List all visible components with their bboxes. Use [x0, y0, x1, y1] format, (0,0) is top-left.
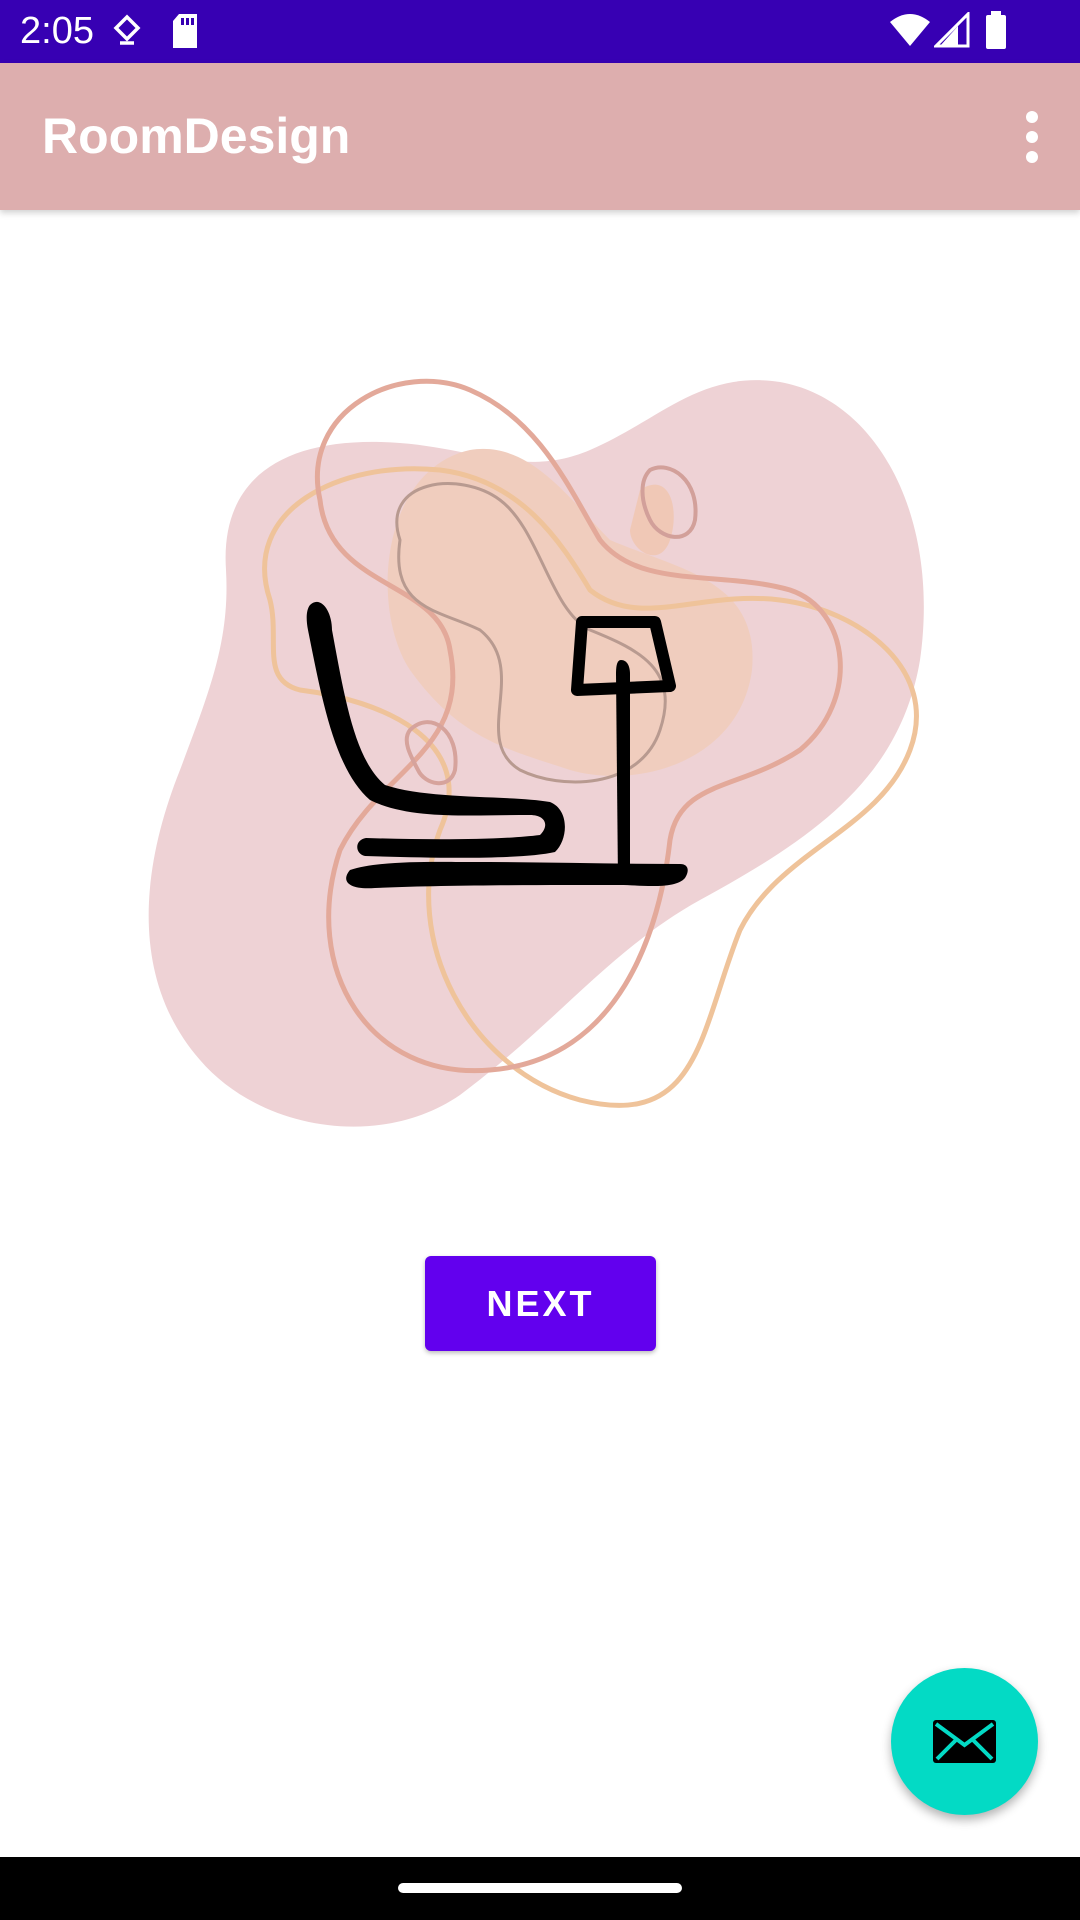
data-saver-icon	[112, 14, 142, 53]
more-vert-icon	[996, 111, 1068, 177]
wifi-icon	[888, 12, 932, 53]
status-time: 2:05	[20, 10, 94, 52]
chair-and-lamp-illustration	[148, 378, 924, 1127]
email-fab-button[interactable]	[891, 1668, 1038, 1815]
status-bar: 2:05	[0, 0, 1080, 63]
battery-icon	[984, 10, 1008, 55]
home-gesture-handle[interactable]	[398, 1883, 682, 1893]
email-icon	[891, 1720, 1038, 1818]
more-options-button[interactable]	[996, 101, 1068, 173]
next-button[interactable]: NEXT	[425, 1256, 656, 1351]
navigation-bar	[0, 1857, 1080, 1920]
room-illustration	[140, 370, 940, 1150]
app-bar: RoomDesign	[0, 63, 1080, 210]
sd-card-icon	[170, 12, 200, 55]
signal-icon	[932, 10, 970, 53]
app-title: RoomDesign	[42, 108, 351, 164]
